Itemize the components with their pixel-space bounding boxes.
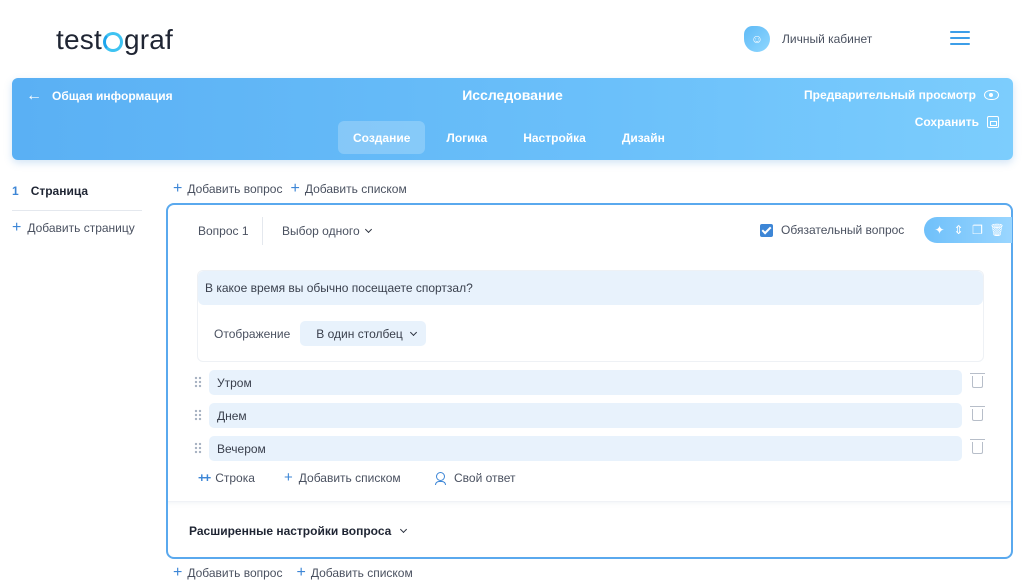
- chevron-down-icon: [409, 328, 417, 336]
- display-setting: Отображение В один столбец: [214, 321, 426, 346]
- add-question-label: Добавить вопрос: [187, 566, 283, 580]
- logo-ring-icon: [102, 32, 123, 52]
- plus-icon: +: [290, 180, 300, 197]
- save-button[interactable]: Сохранить: [915, 115, 999, 129]
- header-divider: [262, 217, 263, 245]
- advanced-settings-label: Расширенные настройки вопроса: [189, 524, 392, 538]
- plus-icon: +: [12, 219, 22, 236]
- page-number: 1: [12, 184, 19, 198]
- editor-tabs: Создание Логика Настройка Дизайн: [338, 121, 680, 154]
- drag-handle-icon[interactable]: [194, 376, 202, 388]
- own-answer-button[interactable]: Свой ответ: [434, 469, 516, 486]
- chevron-down-icon: [364, 225, 372, 234]
- question-number: Вопрос 1: [198, 224, 249, 238]
- account-label: Личный кабинет: [782, 32, 873, 46]
- answer-row: Утром: [194, 370, 994, 395]
- account-avatar-icon: ☺: [744, 26, 770, 52]
- add-question-button[interactable]: + Добавить вопрос: [173, 564, 283, 581]
- plus-icon: +: [173, 564, 183, 581]
- plus-icon: +: [173, 180, 183, 197]
- logo-text-left: test: [56, 24, 102, 55]
- add-list-button[interactable]: + Добавить списком: [290, 180, 407, 197]
- drag-handle-icon[interactable]: [194, 442, 202, 454]
- question-type-dropdown[interactable]: Выбор одного: [282, 224, 372, 238]
- add-page-label: Добавить страницу: [27, 221, 135, 235]
- checkbox-checked-icon: [760, 223, 773, 237]
- add-page-button[interactable]: + Добавить страницу: [12, 219, 142, 236]
- add-answers-list-button[interactable]: + Добавить списком: [284, 469, 434, 486]
- answer-row: Вечером: [194, 436, 994, 461]
- hamburger-menu-icon[interactable]: [950, 31, 970, 45]
- add-list-label: Добавить списком: [310, 566, 413, 580]
- add-question-button[interactable]: + Добавить вопрос: [173, 180, 283, 197]
- floppy-disk-icon: [987, 116, 999, 128]
- survey-banner: ← Общая информация Исследование Предвари…: [12, 78, 1013, 160]
- question-type-label: Выбор одного: [282, 224, 360, 238]
- answer-input[interactable]: Вечером: [209, 436, 962, 461]
- sparkle-plus-icon: +: [284, 469, 293, 486]
- add-row-label: Строка: [215, 470, 255, 485]
- answer-input[interactable]: Утром: [209, 370, 962, 395]
- answer-options-bar: ++ Строка + Добавить списком Свой ответ: [198, 469, 516, 486]
- advanced-settings-section: Расширенные настройки вопроса: [168, 501, 1011, 557]
- double-plus-icon: ++: [198, 470, 211, 485]
- answer-row: Днем: [194, 403, 994, 428]
- question-header: Вопрос 1 Выбор одного Обязательный вопро…: [168, 205, 1012, 257]
- trash-icon[interactable]: 🗑: [990, 223, 1005, 237]
- question-toolbar: ✦ ⇕ ❐ 🗑: [924, 217, 1012, 243]
- trash-icon[interactable]: [970, 373, 985, 388]
- question-card[interactable]: Вопрос 1 Выбор одного Обязательный вопро…: [166, 203, 1013, 559]
- advanced-settings-toggle[interactable]: Расширенные настройки вопроса: [189, 524, 408, 538]
- save-label: Сохранить: [914, 115, 979, 129]
- add-row-button[interactable]: ++ Строка: [198, 469, 284, 486]
- eye-icon: [984, 90, 999, 100]
- sidebar-item-page-1[interactable]: 1 Страница: [12, 184, 142, 198]
- sidebar-divider: [12, 210, 142, 211]
- add-answers-list-label: Добавить списком: [298, 470, 401, 485]
- trash-icon[interactable]: [970, 439, 985, 454]
- answer-input[interactable]: Днем: [209, 403, 962, 428]
- move-updown-icon[interactable]: ⇕: [952, 223, 966, 237]
- tab-create[interactable]: Создание: [338, 121, 426, 154]
- tab-logic[interactable]: Логика: [431, 121, 502, 154]
- display-label: Отображение: [214, 326, 291, 341]
- account-link[interactable]: ☺ Личный кабинет: [744, 26, 872, 52]
- logo-text-right: graf: [123, 24, 173, 55]
- add-element-icon[interactable]: ✦: [933, 223, 947, 237]
- logo[interactable]: test graf: [56, 24, 173, 56]
- display-select[interactable]: В один столбец: [300, 321, 426, 346]
- display-value: В один столбец: [316, 326, 403, 341]
- question-text-input[interactable]: В какое время вы обычно посещаете спортз…: [198, 271, 983, 305]
- top-header: test graf ☺ Личный кабинет: [0, 0, 1024, 78]
- user-plus-icon: [434, 471, 448, 485]
- tab-design[interactable]: Дизайн: [607, 121, 680, 154]
- required-checkbox[interactable]: Обязательный вопрос: [760, 223, 904, 237]
- tab-settings[interactable]: Настройка: [508, 121, 601, 154]
- required-label: Обязательный вопрос: [781, 223, 905, 237]
- pages-sidebar: 1 Страница + Добавить страницу: [12, 184, 142, 236]
- trash-icon[interactable]: [970, 406, 985, 421]
- plus-icon: +: [296, 564, 306, 581]
- add-question-label: Добавить вопрос: [187, 182, 283, 196]
- add-question-bar-bottom: + Добавить вопрос + Добавить списком: [173, 564, 413, 581]
- preview-button[interactable]: Предварительный просмотр: [804, 88, 999, 102]
- copy-icon[interactable]: ❐: [971, 223, 985, 237]
- drag-handle-icon[interactable]: [194, 409, 202, 421]
- add-list-label: Добавить списком: [304, 182, 407, 196]
- add-list-button[interactable]: + Добавить списком: [296, 564, 413, 581]
- add-question-bar-top: + Добавить вопрос + Добавить списком: [173, 180, 407, 197]
- chevron-down-icon: [400, 525, 408, 534]
- own-answer-label: Свой ответ: [454, 470, 516, 485]
- question-body: В какое время вы обычно посещаете спортз…: [197, 270, 984, 362]
- page-label: Страница: [30, 184, 89, 198]
- preview-label: Предварительный просмотр: [804, 88, 976, 102]
